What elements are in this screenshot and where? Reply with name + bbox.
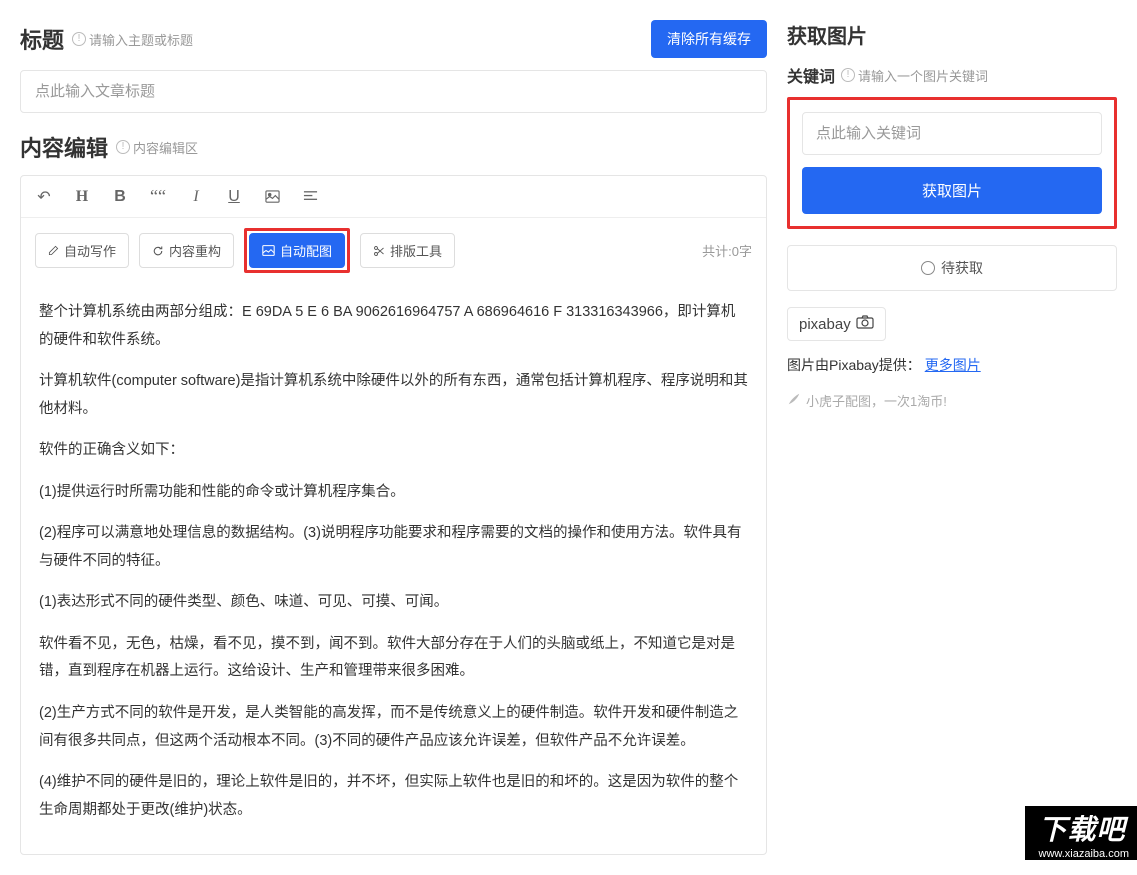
scissors-icon — [373, 245, 385, 257]
word-count: 共计:0字 — [702, 241, 752, 260]
pencil-icon — [48, 245, 59, 256]
heading-icon[interactable]: H — [73, 188, 91, 206]
auto-image-highlight: 自动配图 — [244, 228, 350, 273]
quote-icon[interactable]: ““ — [149, 186, 167, 207]
editor-box: ↶ H B ““ I U 自动写作 — [20, 175, 767, 855]
keyword-highlight-box: 获取图片 — [787, 97, 1117, 229]
pending-button[interactable]: 待获取 — [787, 245, 1117, 291]
content-area[interactable]: 整个计算机系统由两部分组成：E 69DA 5 E 6 BA 9062616964… — [21, 283, 766, 854]
quill-icon — [787, 392, 801, 409]
format-toolbar: ↶ H B ““ I U — [21, 176, 766, 218]
footer-note: 小虎子配图，一次1淘币! — [787, 391, 1117, 410]
auto-image-button[interactable]: 自动配图 — [249, 233, 345, 268]
keyword-input[interactable] — [802, 112, 1102, 155]
content-paragraph: 计算机软件(computer software)是指计算机系统中除硬件以外的所有… — [39, 368, 748, 423]
content-paragraph: (2)生产方式不同的软件是开发，是人类智能的高发挥，而不是传统意义上的硬件制造。… — [39, 700, 748, 755]
restructure-button[interactable]: 内容重构 — [139, 233, 234, 268]
keyword-hint: ! 请输入一个图片关键词 — [841, 66, 988, 85]
content-paragraph: 整个计算机系统由两部分组成：E 69DA 5 E 6 BA 9062616964… — [39, 299, 748, 354]
bold-icon[interactable]: B — [111, 188, 129, 206]
credit-line: 图片由Pixabay提供： 更多图片 — [787, 355, 1117, 375]
right-panel: 获取图片 关键词 ! 请输入一个图片关键词 获取图片 待获取 pixabay 图… — [787, 20, 1117, 855]
align-icon[interactable] — [301, 189, 319, 204]
camera-icon — [856, 315, 874, 333]
undo-icon[interactable]: ↶ — [35, 187, 53, 207]
info-icon: ! — [116, 140, 130, 154]
get-image-button[interactable]: 获取图片 — [802, 167, 1102, 214]
more-images-link[interactable]: 更多图片 — [925, 357, 981, 373]
pixabay-badge: pixabay — [787, 307, 886, 341]
get-image-title: 获取图片 — [787, 20, 1117, 49]
title-hint: ! 请输入主题或标题 — [72, 30, 193, 49]
picture-icon — [262, 244, 275, 257]
content-paragraph: (4)维护不同的硬件是旧的，理论上软件是旧的，并不坏，但实际上软件也是旧的和坏的… — [39, 769, 748, 824]
content-paragraph: (1)表达形式不同的硬件类型、颜色、味道、可见、可摸、可闻。 — [39, 589, 748, 617]
action-toolbar: 自动写作 内容重构 自动配图 排版工具 共计:0字 — [21, 218, 766, 283]
content-paragraph: 软件看不见，无色，枯燥，看不见，摸不到，闻不到。软件大部分存在于人们的头脑或纸上… — [39, 631, 748, 686]
clear-cache-button[interactable]: 清除所有缓存 — [651, 20, 767, 58]
italic-icon[interactable]: I — [187, 188, 205, 206]
layout-tool-button[interactable]: 排版工具 — [360, 233, 455, 268]
content-paragraph: (2)程序可以满意地处理信息的数据结构。(3)说明程序功能要求和程序需要的文档的… — [39, 520, 748, 575]
content-hint: ! 内容编辑区 — [116, 138, 198, 157]
content-section-label: 内容编辑 ! 内容编辑区 — [20, 131, 767, 163]
keyword-label: 关键词 ! 请输入一个图片关键词 — [787, 63, 1117, 87]
auto-write-button[interactable]: 自动写作 — [35, 233, 129, 268]
info-icon: ! — [72, 32, 86, 46]
underline-icon[interactable]: U — [225, 188, 243, 206]
info-icon: ! — [841, 68, 855, 82]
article-title-input[interactable] — [20, 70, 767, 113]
watermark: 下载吧 www.xiazaiba.com — [1025, 806, 1137, 860]
refresh-icon — [152, 245, 164, 257]
title-section-label: 标题 ! 请输入主题或标题 — [20, 23, 193, 55]
image-icon[interactable] — [263, 189, 281, 204]
circle-icon — [921, 261, 935, 275]
content-paragraph: 软件的正确含义如下： — [39, 437, 748, 465]
left-panel: 标题 ! 请输入主题或标题 清除所有缓存 内容编辑 ! 内容编辑区 ↶ H B … — [20, 20, 767, 855]
content-paragraph: (1)提供运行时所需功能和性能的命令或计算机程序集合。 — [39, 479, 748, 507]
